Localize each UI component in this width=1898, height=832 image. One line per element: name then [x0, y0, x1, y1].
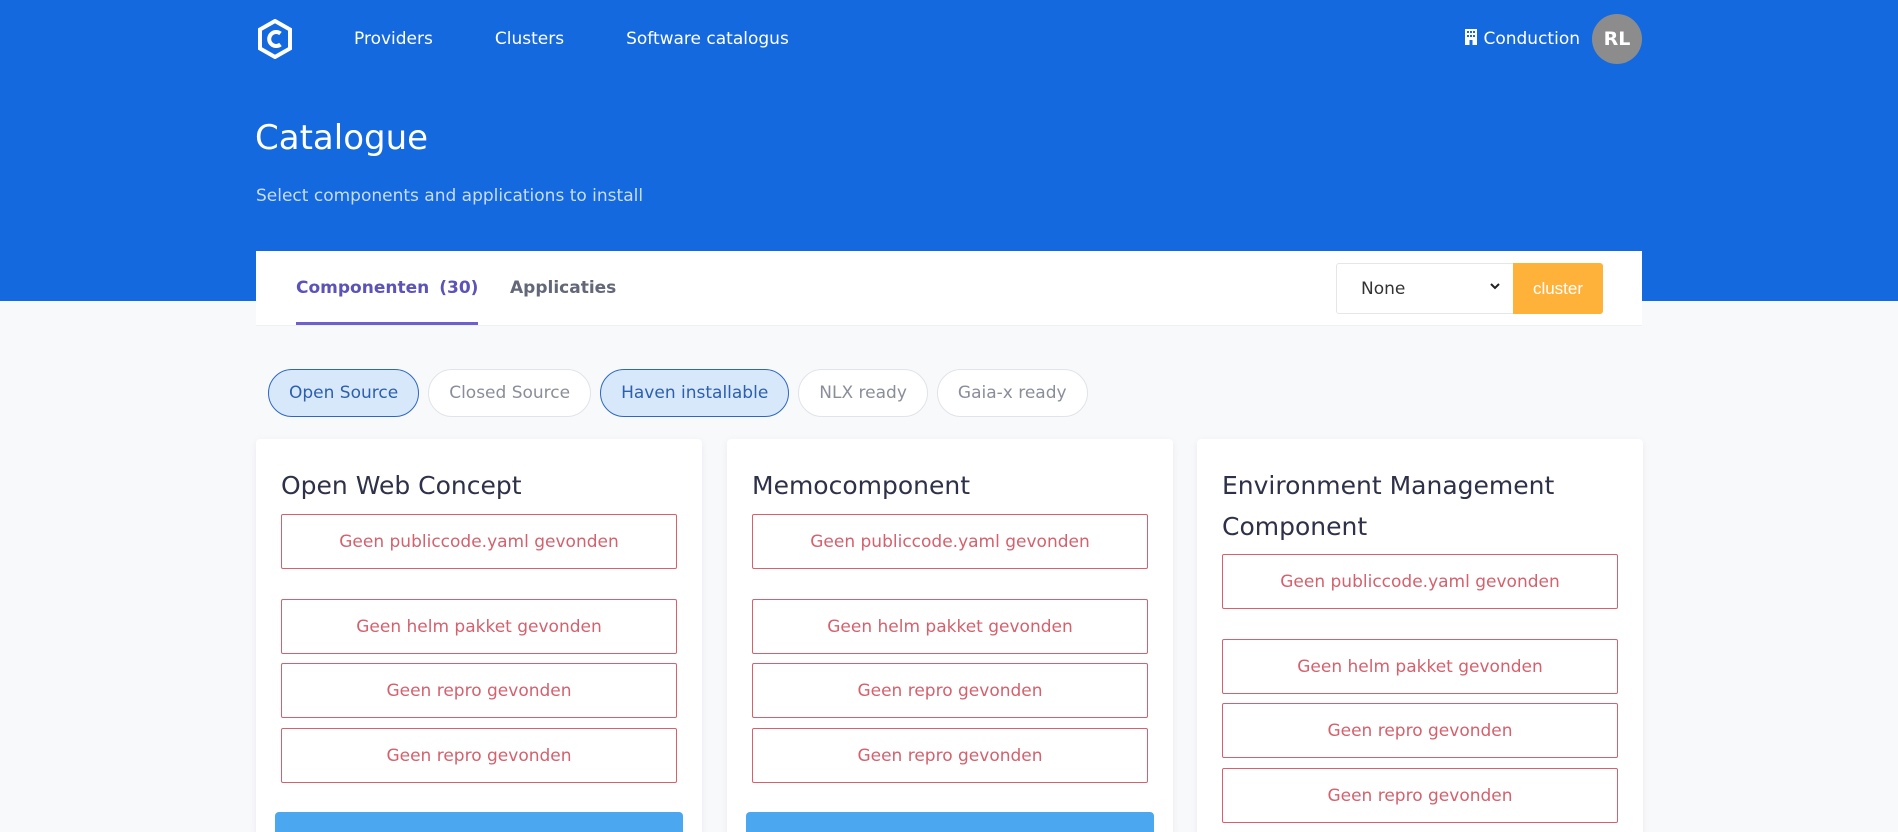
card-title: Open Web Concept [281, 471, 522, 500]
cluster-button[interactable]: cluster [1513, 263, 1603, 314]
component-card: Open Web Concept Geen publiccode.yaml ge… [256, 439, 702, 832]
card-action-button[interactable] [746, 812, 1154, 832]
component-card: Memocomponent Geen publiccode.yaml gevon… [727, 439, 1173, 832]
page-subtitle: Select components and applications to in… [256, 186, 644, 206]
filter-nlx-ready[interactable]: NLX ready [798, 369, 928, 417]
nav-link-clusters[interactable]: Clusters [495, 29, 564, 49]
user-avatar[interactable]: RL [1592, 14, 1642, 64]
tabs-bar: Componenten (30) Applicaties None cluste… [256, 251, 1642, 326]
card-title: Memocomponent [752, 471, 971, 500]
cluster-select-value: None [1361, 278, 1406, 299]
warning-helm: Geen helm pakket gevonden [281, 599, 677, 654]
tab-applicaties[interactable]: Applicaties [510, 251, 616, 325]
tab-componenten-label: Componenten [296, 278, 430, 298]
warning-publiccode: Geen publiccode.yaml gevonden [1222, 554, 1618, 609]
top-nav: Providers Clusters Software catalogus Co… [256, 0, 1642, 78]
filter-gaia-x-ready[interactable]: Gaia-x ready [936, 369, 1088, 417]
cluster-select[interactable]: None [1336, 263, 1514, 314]
filter-pills: Open Source Closed Source Haven installa… [268, 369, 1097, 417]
logo-icon[interactable] [256, 18, 294, 60]
component-card: Environment Management Component Geen pu… [1197, 439, 1643, 832]
filter-closed-source[interactable]: Closed Source [428, 369, 592, 417]
organization-switcher[interactable]: Conduction [1465, 29, 1580, 49]
tab-componenten-count: (30) [439, 278, 479, 298]
warning-repo: Geen repro gevonden [281, 663, 677, 718]
warning-repo: Geen repro gevonden [752, 728, 1148, 783]
filter-open-source[interactable]: Open Source [268, 369, 420, 417]
nav-right: Conduction RL [1465, 14, 1642, 64]
page-title: Catalogue [255, 118, 429, 158]
building-icon [1465, 29, 1478, 49]
warning-repo: Geen repro gevonden [281, 728, 677, 783]
warning-publiccode: Geen publiccode.yaml gevonden [752, 514, 1148, 569]
chevron-down-icon [1489, 280, 1501, 296]
warning-publiccode: Geen publiccode.yaml gevonden [281, 514, 677, 569]
warning-repo: Geen repro gevonden [1222, 703, 1618, 758]
tab-componenten[interactable]: Componenten (30) [296, 251, 479, 325]
card-title: Environment Management Component [1222, 471, 1555, 541]
organization-name: Conduction [1483, 29, 1580, 49]
nav-link-software-catalogus[interactable]: Software catalogus [626, 29, 789, 49]
warning-helm: Geen helm pakket gevonden [1222, 639, 1618, 694]
nav-link-providers[interactable]: Providers [354, 29, 433, 49]
warning-repo: Geen repro gevonden [752, 663, 1148, 718]
warning-helm: Geen helm pakket gevonden [752, 599, 1148, 654]
card-action-button[interactable] [275, 812, 683, 832]
warning-repo: Geen repro gevonden [1222, 768, 1618, 823]
filter-haven-installable[interactable]: Haven installable [600, 369, 790, 417]
